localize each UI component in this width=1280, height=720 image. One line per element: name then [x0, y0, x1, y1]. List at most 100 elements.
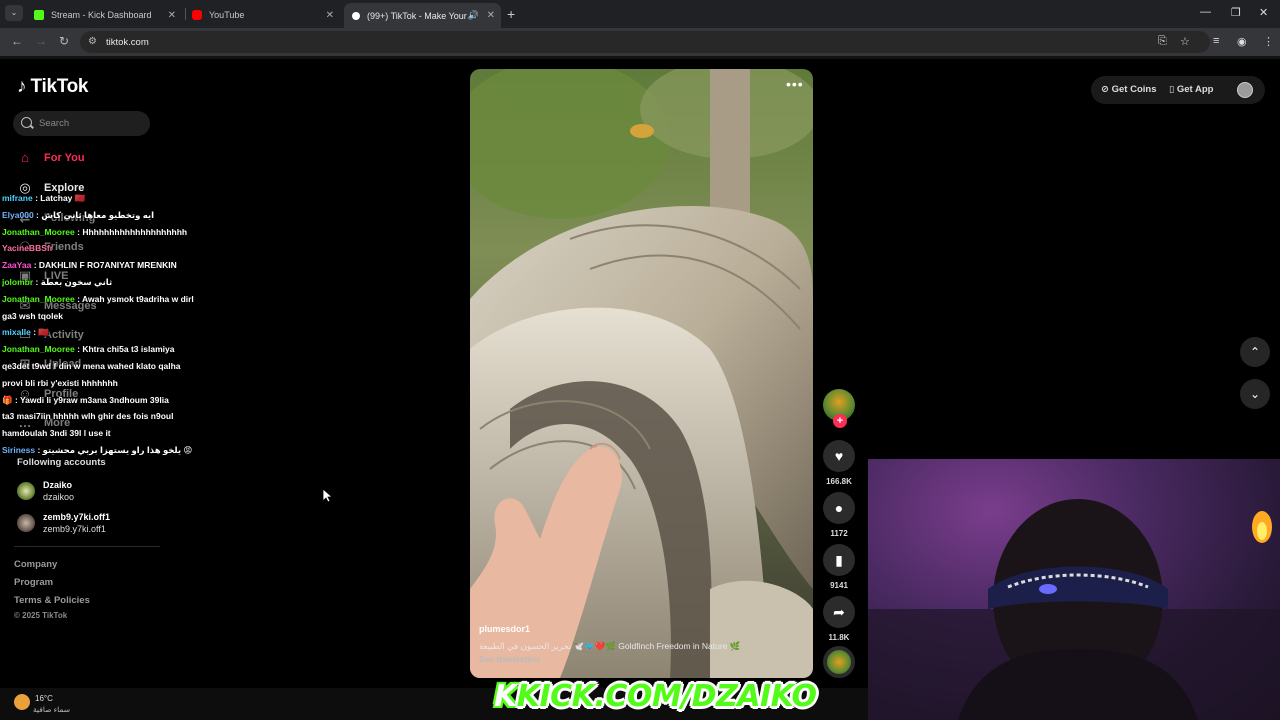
menu-icon[interactable]: ⋮	[1263, 35, 1274, 48]
tab-kick-dashboard[interactable]: Stream - Kick Dashboard ✕	[34, 4, 182, 26]
bookmark-icon: ▮	[835, 552, 843, 568]
share-button[interactable]: ➦	[823, 596, 855, 628]
tiktok-favicon-icon	[352, 11, 360, 20]
page-top-strip	[0, 56, 1280, 59]
mouse-cursor-icon	[323, 489, 333, 503]
kick-url-text: KICK.COM/DZAIKO	[516, 679, 817, 714]
share-count: 11.8K	[828, 633, 850, 642]
tab-label: YouTube	[209, 10, 245, 20]
chat-text: : ايه وتخطيو معاها ثاني كاش	[36, 209, 155, 220]
chat-message: mixalle : 🇲🇦	[2, 324, 217, 341]
close-window-icon[interactable]: ✕	[1259, 6, 1268, 19]
close-tab-icon[interactable]: ✕	[487, 10, 495, 21]
kick-banner: KKICK.COM/DZAIKO	[494, 679, 817, 714]
chat-username: Jonathan_Mooree	[2, 293, 75, 304]
music-disc-icon[interactable]	[823, 646, 855, 678]
media-controls-icon[interactable]: ≡	[1213, 35, 1219, 47]
tab-tiktok[interactable]: (99+) TikTok - Make Your D 🔊 ✕	[344, 3, 501, 28]
chat-text: qe3det t9wd f din w mena wahed klato qal…	[2, 360, 181, 371]
sidebar-divider	[14, 546, 160, 547]
nav-label: For You	[44, 151, 85, 164]
url-text[interactable]: tiktok.com	[106, 37, 149, 48]
tiktok-logo[interactable]: ♪ TikTok	[17, 76, 88, 98]
search-placeholder: Search	[39, 118, 70, 129]
chat-message: qe3det t9wd f din w mena wahed klato qal…	[2, 358, 217, 375]
chat-message: ta3 masi7iin hhhhh wlh ghir des fois n9o…	[2, 408, 217, 425]
chat-text: hamdoulah 3ndi 39l l use it	[2, 428, 111, 439]
speaker-icon[interactable]: 🔊	[468, 10, 479, 21]
footer-program-link[interactable]: Program	[14, 577, 53, 588]
get-app-label: Get App	[1176, 84, 1214, 95]
chat-text: : Khtra chi5a t3 islamiya	[77, 344, 175, 355]
chat-username: ZaaYaa	[2, 260, 32, 271]
nav-for-you[interactable]: ⌂ For You	[17, 150, 85, 165]
save-button[interactable]: ▮	[823, 544, 855, 576]
kick-k-logo: K	[494, 679, 517, 714]
user-avatar[interactable]	[1237, 82, 1253, 98]
chat-username: Jonathan_Mooree	[2, 344, 75, 355]
webcam-frame	[868, 499, 1280, 720]
close-tab-icon[interactable]: ✕	[168, 10, 176, 21]
next-video-button[interactable]: ⌄	[1240, 379, 1270, 409]
footer-company-link[interactable]: Company	[14, 559, 57, 570]
minimize-icon[interactable]: —	[1200, 6, 1211, 18]
avatar	[17, 514, 35, 532]
like-count: 166.8K	[826, 477, 852, 486]
tab-search-icon[interactable]: ⌄	[5, 5, 23, 21]
copyright-text: © 2025 TikTok	[14, 611, 68, 620]
account-name: Dzaiko	[43, 480, 73, 490]
chat-text: provi bli rbi y'existi hhhhhhh	[2, 377, 118, 388]
weather-moon-icon[interactable]	[14, 694, 30, 710]
weather-description: سماء صافية	[33, 705, 71, 714]
following-accounts-title: Following accounts	[17, 457, 106, 468]
get-coins-button[interactable]: ⊘ Get Coins	[1101, 84, 1156, 95]
previous-video-button[interactable]: ⌃	[1240, 337, 1270, 367]
chat-message: provi bli rbi y'existi hhhhhhh	[2, 375, 217, 392]
url-bar[interactable]: ⚙ tiktok.com	[80, 31, 1210, 53]
chat-message: ZaaYaa : DAKHLIN F RO7ANIYAT MRENKIN	[2, 257, 217, 274]
restore-icon[interactable]: ❐	[1231, 6, 1241, 19]
following-account-zemb9[interactable]: zemb9.y7ki.off1 zemb9.y7ki.off1	[17, 511, 110, 535]
video-player[interactable]	[470, 69, 813, 678]
heart-icon: ♥	[834, 448, 844, 464]
account-handle: dzaikoo	[43, 492, 75, 502]
tab-youtube[interactable]: YouTube ✕	[192, 4, 340, 26]
new-tab-button[interactable]: +	[507, 6, 515, 22]
video-author[interactable]: plumesdor1	[479, 624, 530, 634]
chat-text: : Awah ysmok t9adriha w dirl	[77, 293, 194, 304]
account-handle: zemb9.y7ki.off1	[43, 524, 106, 534]
chat-username: mixalle	[2, 327, 31, 338]
chat-username: Siriness	[2, 444, 36, 455]
back-icon[interactable]: ←	[11, 34, 23, 48]
get-app-button[interactable]: ▯ Get App	[1169, 84, 1213, 95]
like-button[interactable]: ♥	[823, 440, 855, 472]
following-account-dzaiko[interactable]: Dzaiko dzaikoo	[17, 479, 74, 503]
install-app-icon[interactable]: ⎘	[1158, 35, 1167, 48]
chat-message: Jonathan_Mooree : Awah ysmok t9adriha w …	[2, 291, 217, 308]
close-tab-icon[interactable]: ✕	[326, 10, 334, 21]
reload-icon[interactable]: ↻	[59, 34, 69, 48]
video-more-icon[interactable]: •••	[786, 76, 804, 92]
see-translation-link[interactable]: See translation	[479, 654, 540, 664]
chat-message: Elya000 : ايه وتخطيو معاها ثاني كاش	[2, 207, 217, 224]
address-toolbar: ← → ↻ ⚙ tiktok.com ⎘ ☆ ≡ ◉ ⋮	[0, 28, 1280, 56]
site-info-icon[interactable]: ⚙	[88, 36, 97, 47]
chat-message: mifrane : Latchay 🇲🇦	[2, 190, 217, 207]
chat-message: Jonathan_Mooree : Khtra chi5a t3 islamiy…	[2, 341, 217, 358]
search-input[interactable]: Search	[13, 111, 150, 136]
footer-terms-link[interactable]: Terms & Policies	[14, 595, 90, 606]
chat-text: : DAKHLIN F RO7ANIYAT MRENKIN	[33, 260, 177, 271]
video-frame	[470, 69, 813, 678]
bookmark-star-icon[interactable]: ☆	[1180, 35, 1190, 48]
weather-temperature[interactable]: 16°C	[35, 694, 53, 703]
chat-text: 🎁 : Yawdi li y9raw m3ana 3ndhoum 39lia	[2, 394, 169, 405]
chevron-up-icon: ⌃	[1249, 345, 1261, 359]
webcam-overlay	[868, 459, 1280, 720]
follow-plus-icon[interactable]: +	[833, 414, 847, 428]
chat-text: : Hhhhhhhhhhhhhhhhhhhh	[77, 226, 188, 237]
avatar	[17, 482, 35, 500]
comment-button[interactable]: ●	[823, 492, 855, 524]
kick-favicon-icon	[34, 10, 44, 20]
profile-icon[interactable]: ◉	[1237, 35, 1247, 48]
forward-icon[interactable]: →	[35, 34, 47, 48]
